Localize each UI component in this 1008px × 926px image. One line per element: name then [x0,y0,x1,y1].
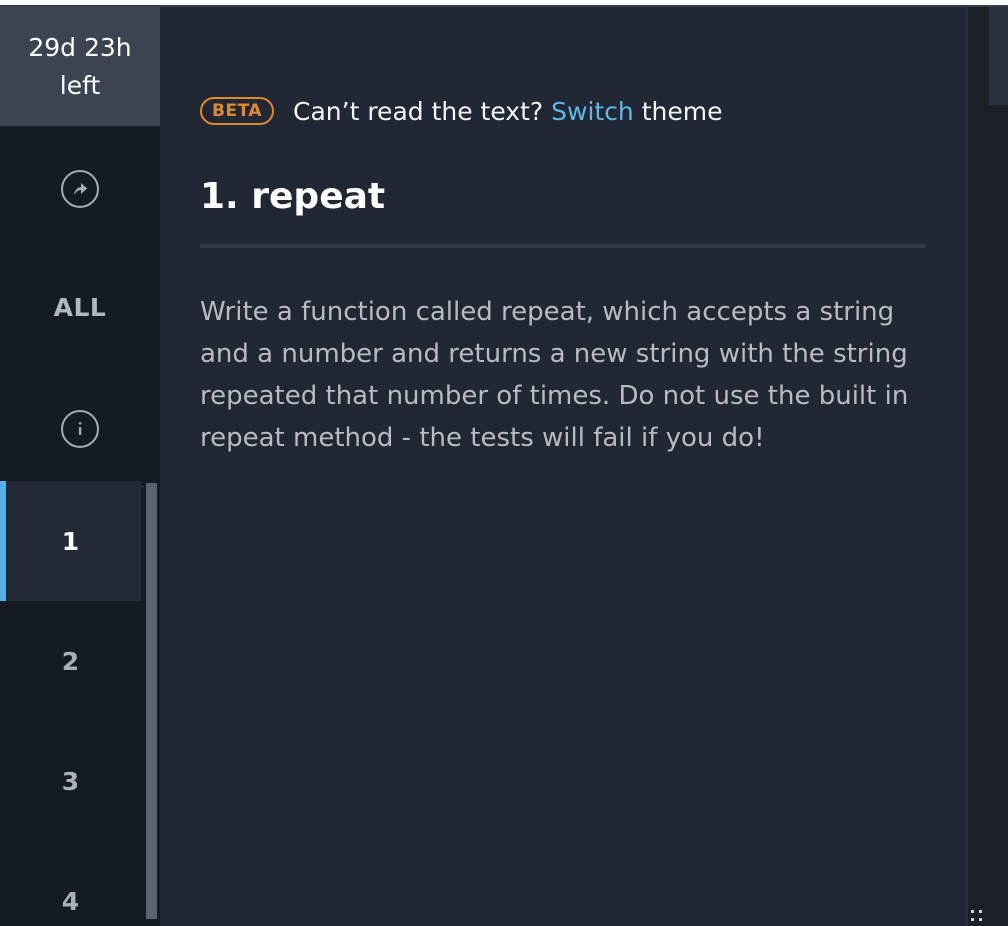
problem-item-4[interactable]: 4 [0,841,141,919]
problem-number: 1 [61,526,80,556]
problem-item-2[interactable]: 2 [0,601,141,721]
external-arrow-icon [61,170,99,208]
right-pane-edge [966,7,1008,926]
info-icon [61,410,99,448]
active-indicator [0,481,6,601]
window-top-edge [0,0,1008,7]
info-button[interactable] [0,404,160,454]
problem-title: 1. repeat [200,176,386,217]
beta-badge: BETA [200,97,275,125]
theme-banner: BETA Can’t read the text? Switch theme [200,93,723,129]
resize-grip-icon[interactable] [971,910,983,924]
all-problems-label: ALL [53,292,107,322]
problem-item-3[interactable]: 3 [0,721,141,841]
time-remaining-suffix: left [59,71,101,100]
pane-resize-handle[interactable] [966,7,968,926]
all-problems-button[interactable]: ALL [0,287,160,327]
banner-prefix: Can’t read the text? [293,96,544,126]
problem-description: Write a function called repeat, which ac… [200,297,909,453]
problem-number: 2 [61,646,80,676]
right-pane-header [989,7,1008,105]
problem-item-1[interactable]: 1 [0,481,141,601]
theme-banner-text: Can’t read the text? Switch theme [293,97,722,126]
problem-list: 1 2 3 4 [0,481,144,919]
time-remaining: 29d 23h left [0,7,160,126]
scrollbar-thumb[interactable] [146,483,157,919]
banner-suffix: theme [641,96,723,126]
problem-number: 4 [61,886,80,916]
problem-number: 3 [61,766,80,796]
switch-theme-link[interactable]: Switch [551,97,634,126]
open-external-button[interactable] [0,164,160,214]
time-remaining-value: 29d 23h [28,33,132,62]
problem-panel: BETA Can’t read the text? Switch theme 1… [160,7,966,926]
title-divider [200,244,926,248]
